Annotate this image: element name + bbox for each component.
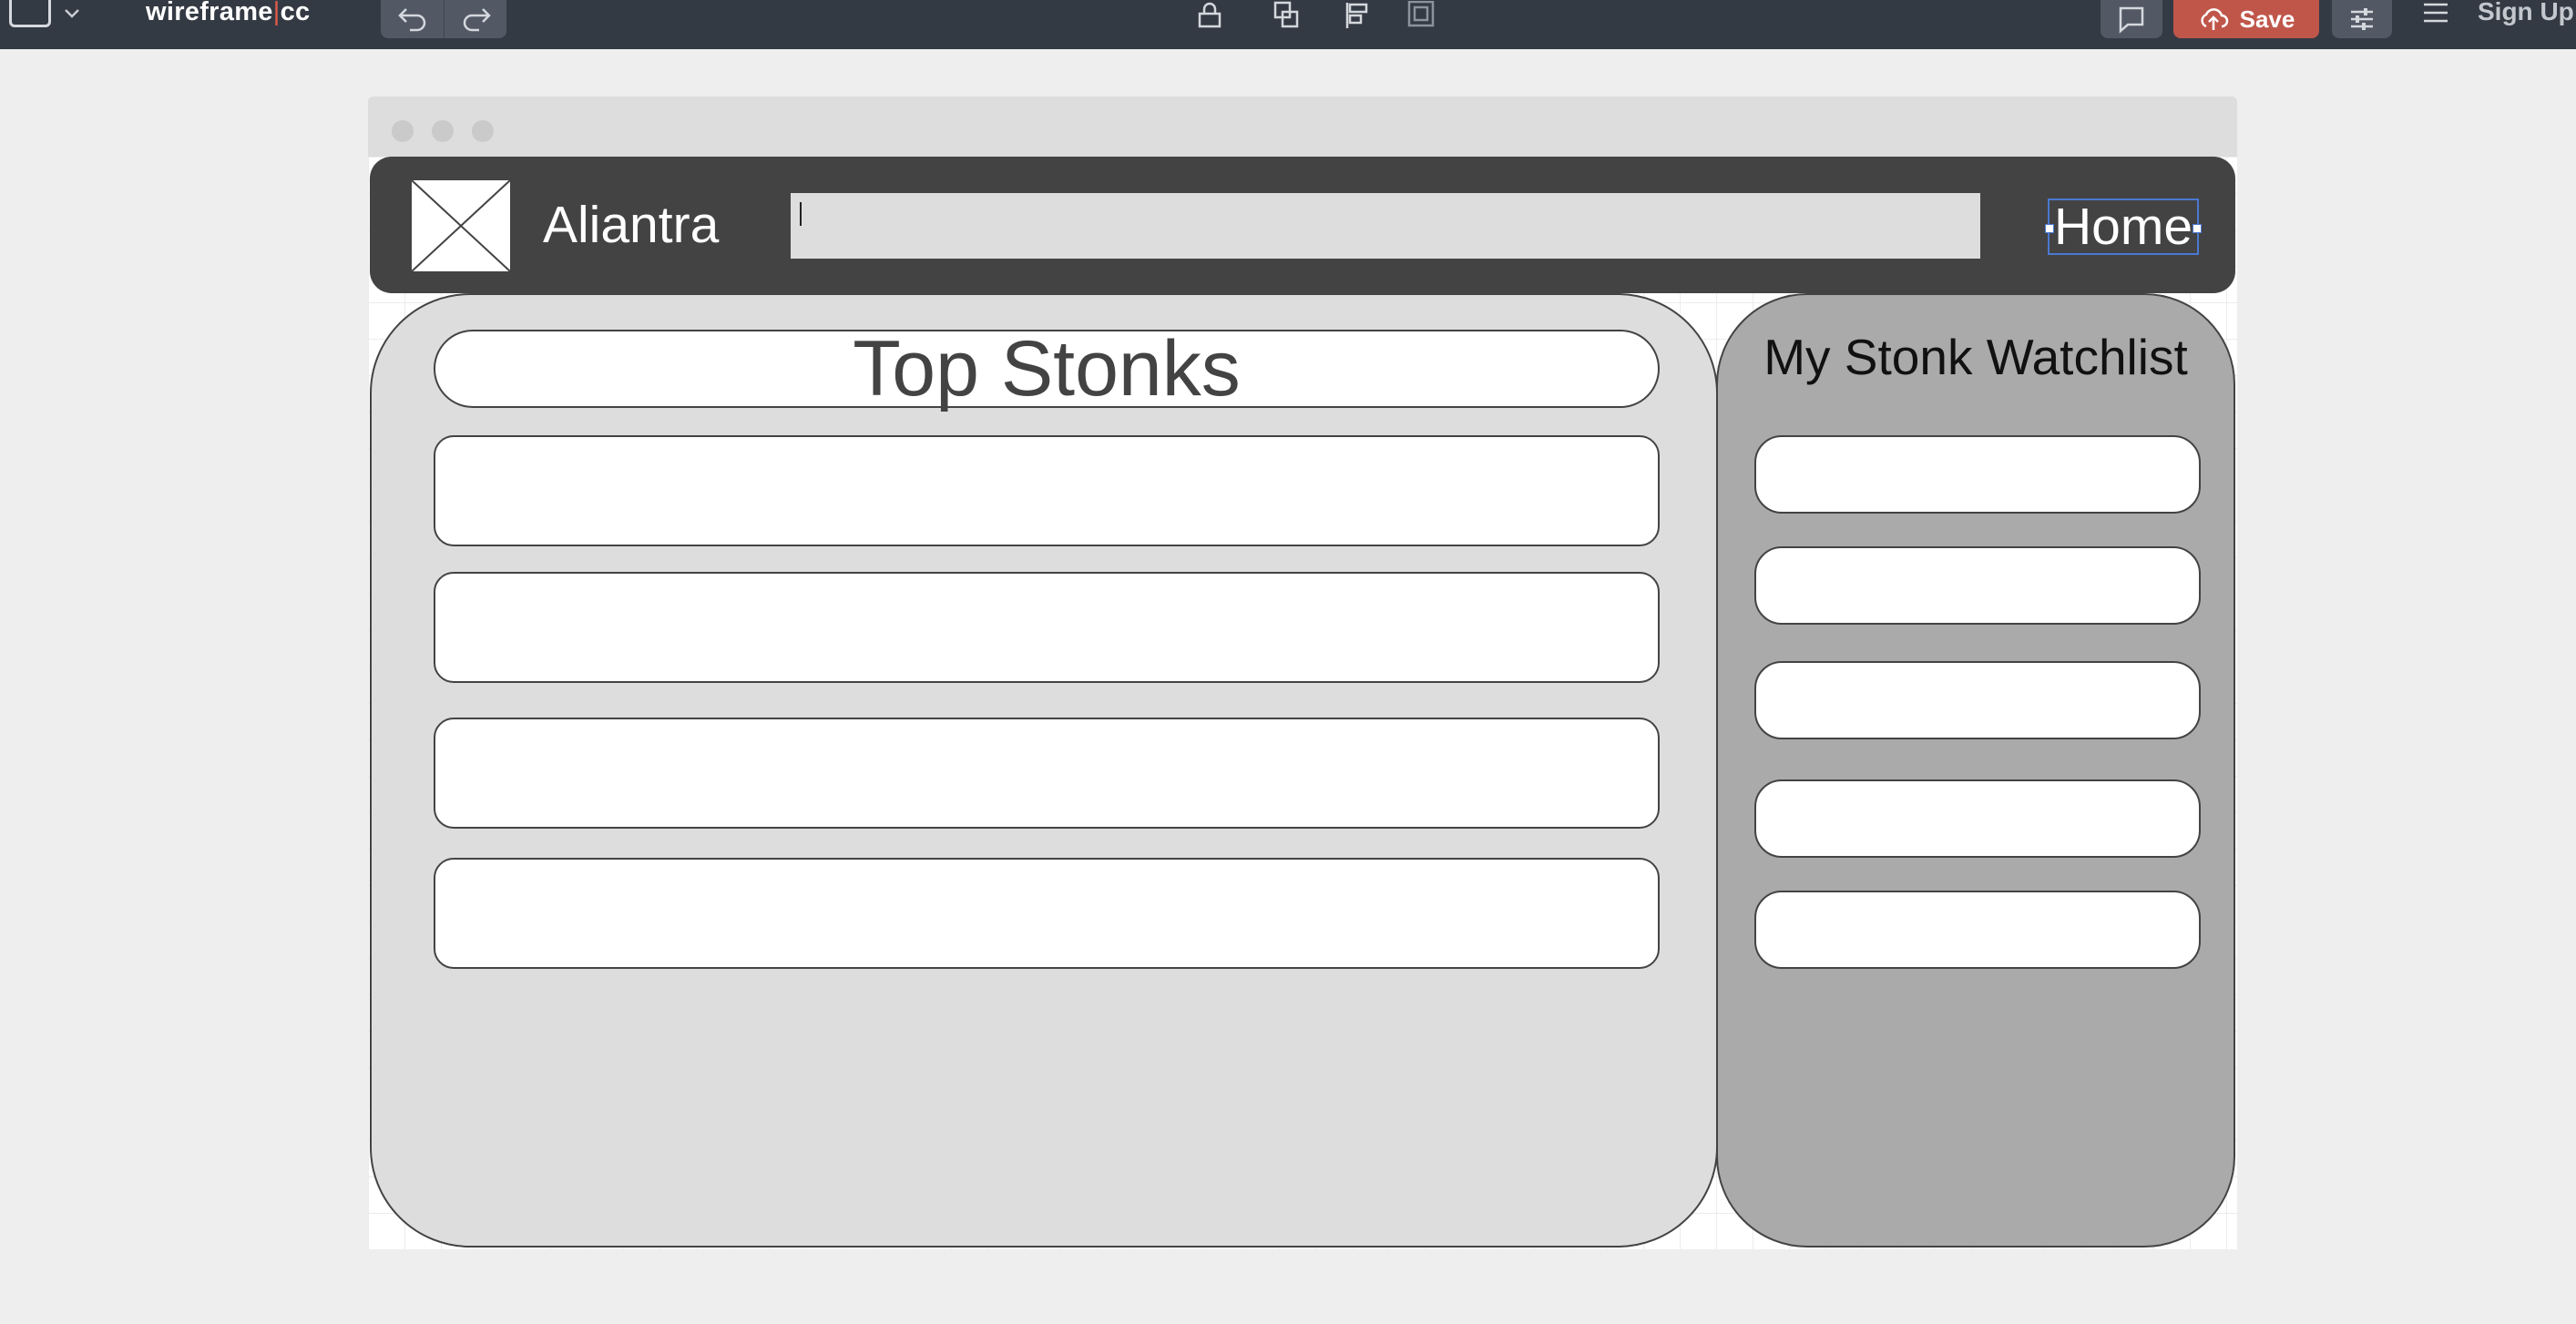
window-dot — [392, 120, 414, 142]
comment-icon — [2119, 6, 2144, 34]
stonk-row[interactable] — [434, 435, 1660, 546]
app-toolbar: wireframe|cc Save Sign Up — [0, 0, 2576, 49]
window-dot — [472, 120, 494, 142]
watchlist-panel: My Stonk Watchlist — [1716, 293, 2235, 1248]
align-icon — [1345, 3, 1368, 28]
history-group — [381, 0, 506, 38]
window-dot — [432, 120, 454, 142]
nav-home-label: Home — [2053, 198, 2193, 256]
comment-button[interactable] — [2101, 0, 2162, 38]
undo-button[interactable] — [381, 0, 444, 38]
stonk-row[interactable] — [434, 572, 1660, 683]
resize-handle-left[interactable] — [2045, 224, 2054, 233]
watchlist-item[interactable] — [1754, 661, 2201, 739]
undo-icon — [397, 8, 425, 32]
watchlist-title: My Stonk Watchlist — [1763, 329, 2188, 385]
chevron-down-icon[interactable] — [62, 4, 82, 24]
image-placeholder-icon[interactable] — [410, 178, 512, 273]
app-logo-suffix: cc — [280, 0, 311, 26]
cloud-upload-icon — [2200, 8, 2228, 30]
search-input[interactable] — [791, 193, 1980, 259]
watchlist-item[interactable] — [1754, 779, 2201, 858]
resize-handle-right[interactable] — [2193, 224, 2202, 233]
duplicate-icon — [1273, 1, 1299, 28]
top-stonks-title: Top Stonks — [434, 330, 1660, 408]
app-logo-text: wireframe — [146, 0, 273, 26]
stonk-row[interactable] — [434, 858, 1660, 969]
app-logo: wireframe|cc — [146, 0, 310, 27]
layer-button[interactable] — [1401, 0, 1441, 31]
layer-icon — [1407, 1, 1435, 27]
shape-picker-icon[interactable] — [9, 0, 51, 27]
site-header: Aliantra Home — [370, 157, 2235, 293]
settings-button[interactable] — [2332, 0, 2392, 38]
watchlist-item[interactable] — [1754, 435, 2201, 514]
top-stonks-panel: Top Stonks — [370, 293, 1718, 1248]
nav-home-link[interactable]: Home — [2045, 198, 2202, 256]
signup-link[interactable]: Sign Up — [2478, 0, 2574, 27]
browser-window-chrome — [368, 97, 2237, 157]
redo-icon — [463, 8, 491, 32]
watchlist-item[interactable] — [1754, 891, 2201, 969]
stonk-row[interactable] — [434, 718, 1660, 829]
hamburger-menu-icon — [2424, 3, 2448, 23]
save-label: Save — [2239, 5, 2295, 33]
app-logo-separator: | — [272, 0, 281, 26]
duplicate-button[interactable] — [1266, 0, 1306, 31]
lock-icon — [1198, 2, 1222, 28]
site-brand-name[interactable]: Aliantra — [543, 195, 719, 255]
watchlist-item[interactable] — [1754, 546, 2201, 625]
save-button[interactable]: Save — [2173, 0, 2319, 38]
menu-button[interactable] — [2416, 0, 2456, 27]
redo-button[interactable] — [444, 0, 507, 38]
sliders-icon — [2351, 8, 2373, 30]
align-button[interactable] — [1337, 0, 1377, 31]
text-caret — [800, 202, 802, 226]
lock-button[interactable] — [1190, 0, 1230, 31]
